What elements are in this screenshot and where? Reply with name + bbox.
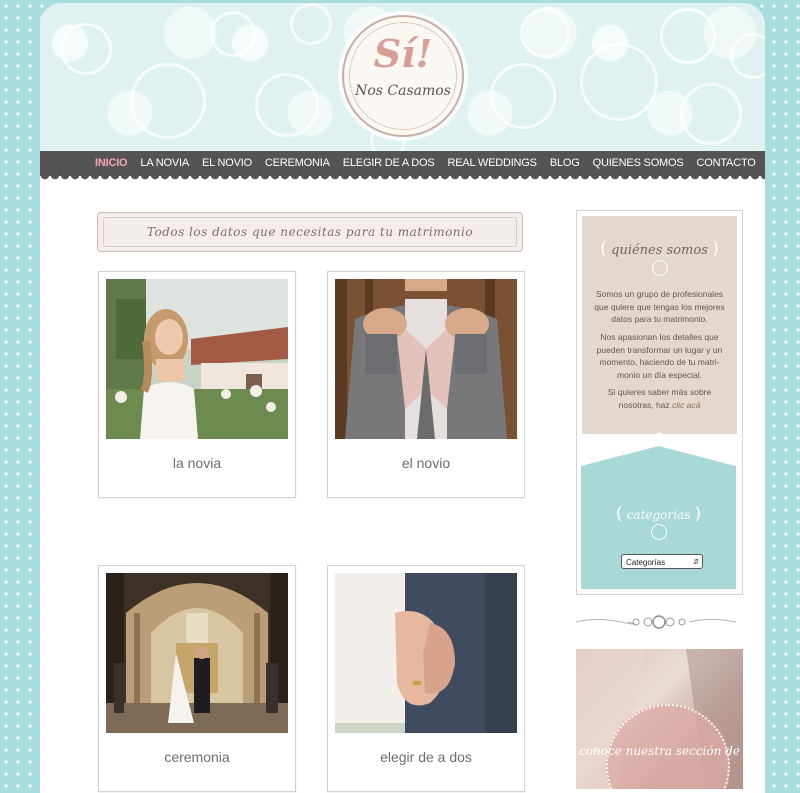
nav-scallop-edge xyxy=(40,175,765,183)
main-navigation: INICIO LA NOVIA EL NOVIO CEREMONIA ELEGI… xyxy=(40,151,765,176)
card-el-novio[interactable]: el novio xyxy=(327,271,525,498)
logo-main-text: Sí! xyxy=(373,31,433,76)
tagline-text: Todos los datos que necesitas para tu ma… xyxy=(146,225,474,239)
card-label: la novia xyxy=(172,455,222,471)
ceremony-photo xyxy=(106,573,288,733)
ornament-divider xyxy=(576,615,737,629)
nav-item-ceremonia[interactable]: CEREMONIA xyxy=(265,157,330,169)
nav-item-real-weddings[interactable]: REAL WEDDINGS xyxy=(448,157,537,169)
page-container: Sí! Nos Casamos INICIO LA NOVIA EL NOVIO… xyxy=(40,3,765,793)
categories-widget: ( categorías ) Categorías ⇵ xyxy=(581,446,736,589)
logo-sub-text: Nos Casamos xyxy=(355,83,451,99)
categories-title: ( categorías ) xyxy=(615,503,702,524)
about-paragraph-2: Nos apasionan los detalles que pueden tr… xyxy=(596,332,723,380)
nav-item-el-novio[interactable]: EL NOVIO xyxy=(202,157,252,169)
flower-ornament-icon xyxy=(651,524,667,540)
about-title: ( quiénes somos ) xyxy=(599,238,720,259)
card-label: elegir de a dos xyxy=(380,749,472,765)
promo-real-weddings[interactable]: conoce nuestra sección de xyxy=(576,649,743,789)
chevron-updown-icon: ⇵ xyxy=(693,559,699,566)
nav-item-quienes-somos[interactable]: QUIENES SOMOS xyxy=(593,157,684,169)
flower-ornament-icon xyxy=(652,260,668,276)
nav-item-blog[interactable]: BLOG xyxy=(550,157,580,169)
bride-photo xyxy=(106,279,288,439)
nav-item-contacto[interactable]: CONTACTO xyxy=(697,157,756,169)
tagline-banner: Todos los datos que necesitas para tu ma… xyxy=(97,212,523,252)
couple-hands-photo xyxy=(335,573,517,733)
about-link[interactable]: clic acá xyxy=(672,400,700,410)
card-label: el novio xyxy=(401,455,451,471)
header-banner: Sí! Nos Casamos xyxy=(40,3,765,159)
about-paragraph-1: Somos un grupo de profesionales que quie… xyxy=(594,289,725,324)
promo-text: conoce nuestra sección de xyxy=(579,744,740,758)
groom-photo xyxy=(335,279,517,439)
card-elegir-de-a-dos[interactable]: elegir de a dos xyxy=(327,565,525,792)
site-logo[interactable]: Sí! Nos Casamos xyxy=(342,15,464,137)
card-label: ceremonia xyxy=(164,749,230,765)
card-ceremonia[interactable]: ceremonia xyxy=(98,565,296,792)
nav-item-la-novia[interactable]: LA NOVIA xyxy=(140,157,189,169)
card-la-novia[interactable]: la novia xyxy=(98,271,296,498)
categories-dropdown[interactable]: Categorías ⇵ xyxy=(621,554,703,569)
nav-item-elegir-de-a-dos[interactable]: ELEGIR DE A DOS xyxy=(343,157,435,169)
nav-item-inicio[interactable]: INICIO xyxy=(95,157,128,169)
about-paragraph-3: Si quieres saber más sobre nosotras, haz… xyxy=(607,387,712,410)
